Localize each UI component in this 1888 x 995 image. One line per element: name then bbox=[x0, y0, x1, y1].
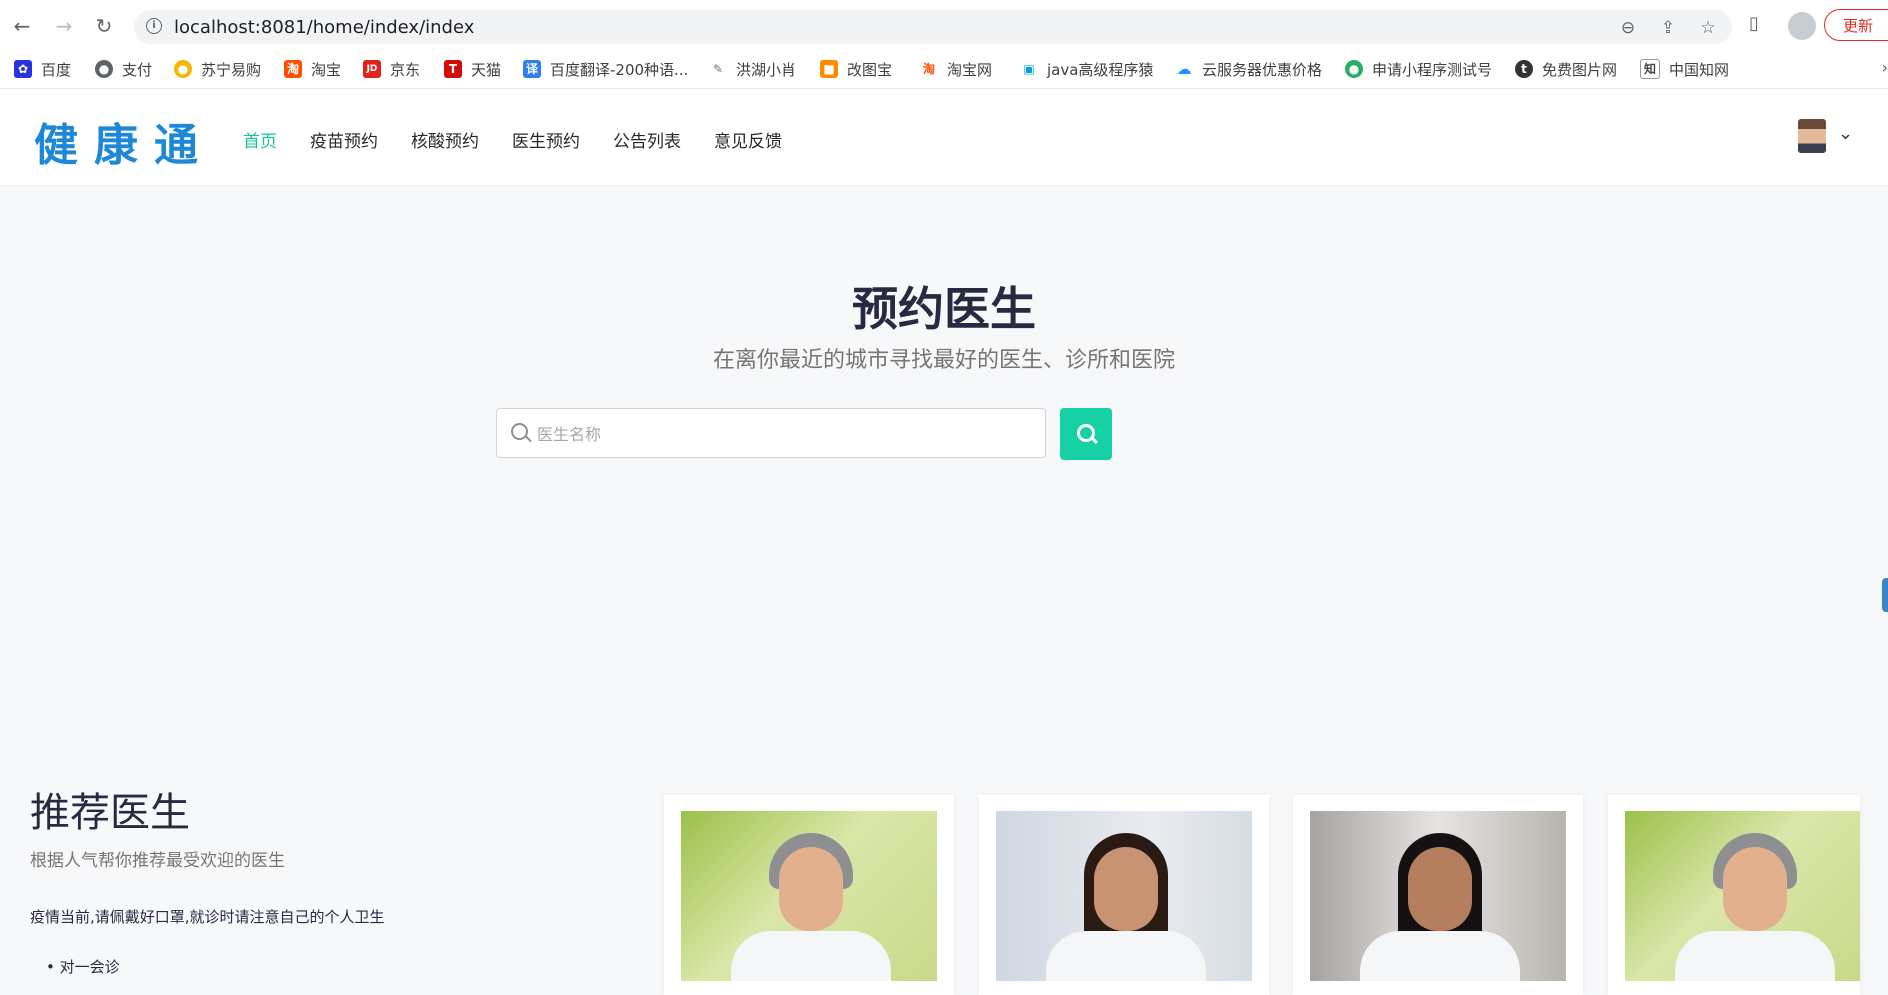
banner-subtitle: 在离你最近的城市寻找最好的医生、诊所和医院 bbox=[712, 348, 1175, 373]
bilibili-icon: ▣ bbox=[1020, 60, 1038, 78]
side-float-tab[interactable] bbox=[1882, 578, 1888, 612]
bookmark-honghu[interactable]: ✎ 洪湖小肖 bbox=[709, 58, 796, 80]
tmall-icon: T bbox=[444, 60, 462, 78]
wechat-icon: ● bbox=[1345, 60, 1363, 78]
doctor-card[interactable] bbox=[1608, 795, 1860, 995]
bookmark-star-icon[interactable]: ☆ bbox=[1698, 18, 1718, 38]
suning-icon: ● bbox=[174, 60, 192, 78]
bookmark-cnki[interactable]: 知中国知网 bbox=[1640, 58, 1729, 80]
cnki-icon: 知 bbox=[1640, 59, 1660, 79]
bookmark-miniapp[interactable]: ● 申请小程序测试号 bbox=[1345, 58, 1492, 80]
bookmark-baidu-translate[interactable]: 译百度翻译-200种语... bbox=[523, 58, 688, 80]
bookmarks-overflow-icon[interactable]: › bbox=[1882, 58, 1888, 77]
chevron-down-icon[interactable]: ⌄ bbox=[1838, 123, 1853, 144]
nav-notices[interactable]: 公告列表 bbox=[613, 127, 681, 152]
banner-title: 预约医生 bbox=[852, 282, 1036, 336]
pen-icon: ✎ bbox=[709, 60, 727, 78]
nav-vaccine[interactable]: 疫苗预约 bbox=[310, 127, 378, 152]
user-avatar[interactable] bbox=[1798, 119, 1826, 153]
site-header: 健康通 首页 疫苗预约 核酸预约 医生预约 公告列表 意见反馈 ⌄ bbox=[0, 89, 1888, 186]
doctor-photo bbox=[1310, 811, 1566, 981]
share-icon[interactable]: ⇪ bbox=[1658, 18, 1678, 38]
doctor-photo bbox=[996, 811, 1252, 981]
recommended-title: 推荐医生 bbox=[30, 790, 190, 836]
bookmark-suning[interactable]: ● 苏宁易购 bbox=[174, 58, 261, 80]
nav-doctor[interactable]: 医生预约 bbox=[512, 127, 580, 152]
tumblr-icon: t bbox=[1515, 60, 1533, 78]
translate-icon: 译 bbox=[523, 60, 541, 78]
doctor-card[interactable] bbox=[979, 795, 1269, 995]
bookmark-java[interactable]: ▣ java高级程序猿 bbox=[1020, 58, 1153, 80]
taobao-icon: 淘 bbox=[284, 60, 302, 78]
bookmark-free-images[interactable]: t 免费图片网 bbox=[1515, 58, 1617, 80]
epidemic-notice: 疫情当前,请佩戴好口罩,就诊时请注意自己的个人卫生 bbox=[30, 908, 385, 926]
site-logo[interactable]: 健康通 bbox=[34, 109, 214, 173]
doctor-photo bbox=[1625, 811, 1860, 981]
jd-icon: JD bbox=[363, 60, 381, 78]
side-panel-icon[interactable]: ▯ bbox=[1749, 13, 1759, 34]
doctor-search-box bbox=[496, 408, 1046, 459]
site-info-icon[interactable]: i bbox=[146, 18, 162, 34]
bookmark-jd[interactable]: JD 京东 bbox=[363, 58, 420, 80]
main-nav: 首页 疫苗预约 核酸预约 医生预约 公告列表 意见反馈 bbox=[243, 127, 815, 152]
bookmark-gaitubao[interactable]: ■ 改图宝 bbox=[820, 58, 892, 80]
nav-home[interactable]: 首页 bbox=[243, 127, 277, 152]
forward-icon[interactable]: → bbox=[52, 14, 76, 38]
doctor-card[interactable] bbox=[1293, 795, 1583, 995]
recommended-list-item: • 对一会诊 bbox=[46, 958, 120, 976]
zoom-icon[interactable]: ⊖ bbox=[1618, 18, 1638, 38]
doctor-photo bbox=[681, 811, 937, 981]
nav-nucleic-acid[interactable]: 核酸预约 bbox=[411, 127, 479, 152]
bookmarks-bar: ✿ 百度 ● 支付 ● 苏宁易购 淘淘宝 JD 京东 T 天猫 译百度翻译-200种语..… bbox=[0, 52, 1888, 89]
browser-toolbar: ← → ↻ i localhost:8081/home/index/index … bbox=[0, 0, 1888, 52]
bookmark-taobao[interactable]: 淘淘宝 bbox=[284, 58, 341, 80]
reload-icon[interactable]: ↻ bbox=[92, 14, 116, 38]
cloud-icon: ☁ bbox=[1175, 60, 1193, 78]
recommended-subtitle: 根据人气帮你推荐最受欢迎的医生 bbox=[30, 851, 285, 871]
address-bar[interactable]: i localhost:8081/home/index/index ⊖ ⇪ ☆ bbox=[134, 10, 1732, 44]
baidu-icon: ✿ bbox=[14, 60, 32, 78]
doctor-search-input[interactable] bbox=[535, 409, 1039, 459]
bookmark-cloud[interactable]: ☁ 云服务器优惠价格 bbox=[1175, 58, 1322, 80]
nav-feedback[interactable]: 意见反馈 bbox=[714, 127, 782, 152]
doctor-card[interactable] bbox=[664, 795, 954, 995]
globe-icon: ● bbox=[95, 60, 113, 78]
bookmark-pay[interactable]: ● 支付 bbox=[95, 58, 152, 80]
search-icon bbox=[1077, 424, 1095, 442]
search-button[interactable] bbox=[1060, 408, 1112, 460]
bookmark-taobao-net[interactable]: 淘淘宝网 bbox=[920, 58, 992, 80]
update-button[interactable]: 更新 bbox=[1824, 9, 1888, 41]
bookmark-baidu[interactable]: ✿ 百度 bbox=[14, 58, 71, 80]
bookmark-tmall[interactable]: T 天猫 bbox=[444, 58, 501, 80]
search-icon bbox=[511, 423, 528, 440]
profile-avatar[interactable] bbox=[1788, 12, 1816, 40]
gaitubao-icon: ■ bbox=[820, 60, 838, 78]
back-icon[interactable]: ← bbox=[10, 14, 34, 38]
address-url[interactable]: localhost:8081/home/index/index bbox=[174, 17, 474, 38]
taobao-icon: 淘 bbox=[920, 60, 938, 78]
